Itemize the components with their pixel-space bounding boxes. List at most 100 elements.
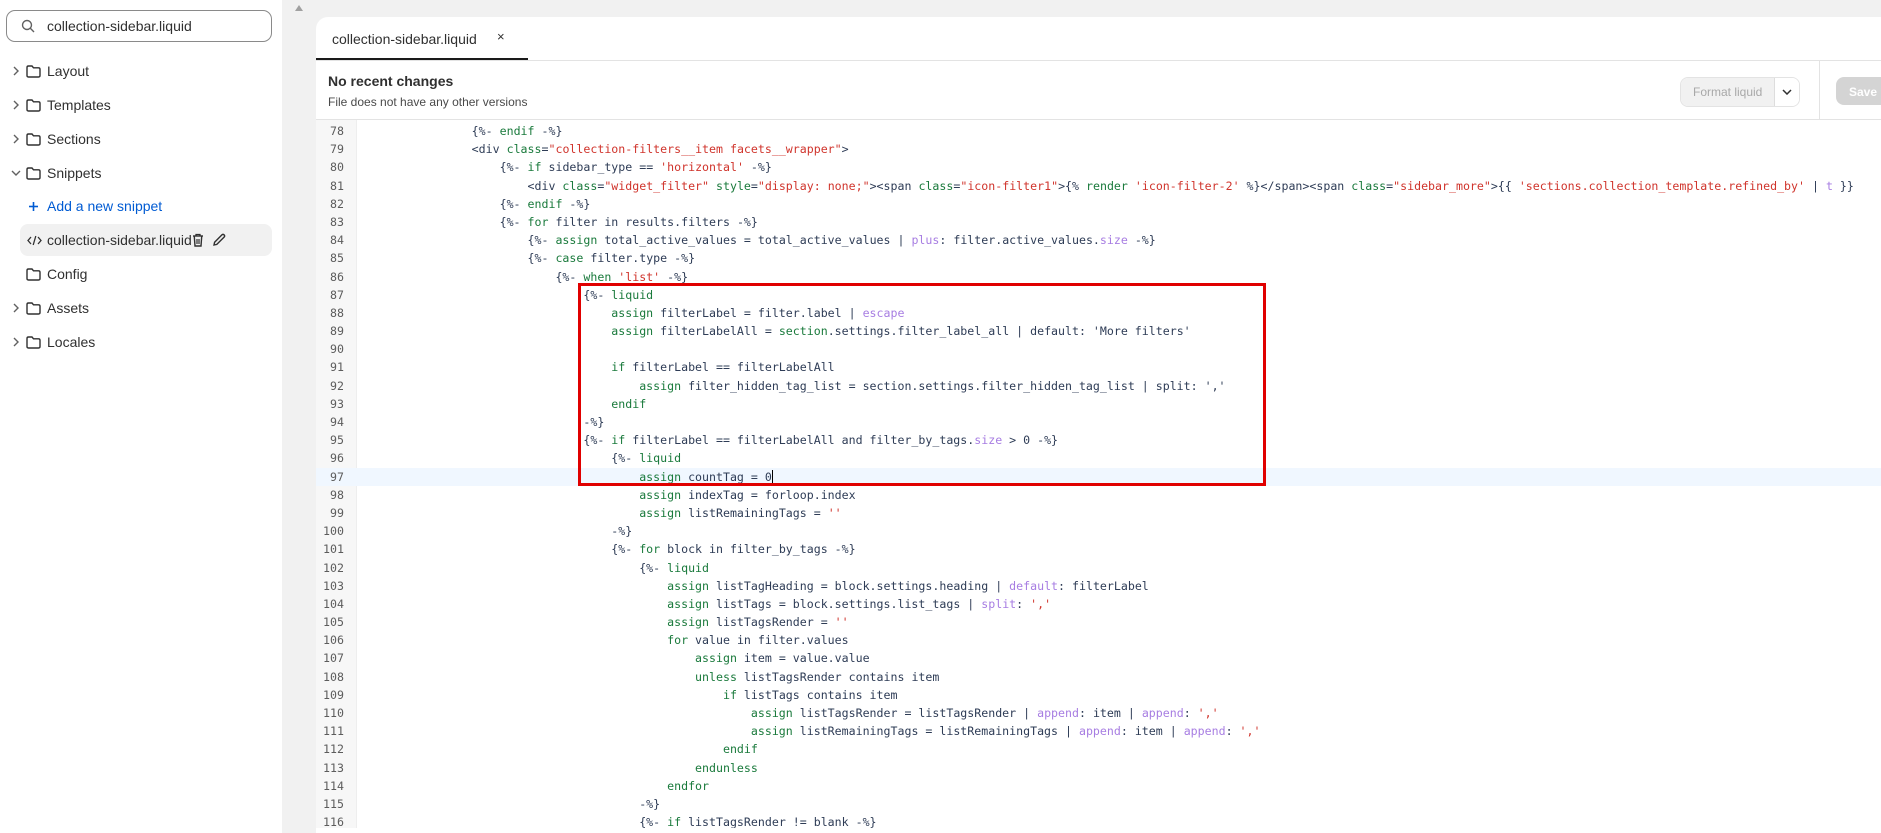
- code-token: listTags = block.settings.list_tags |: [709, 596, 982, 611]
- plus-icon: [29, 202, 38, 211]
- line-number: 95: [330, 433, 344, 448]
- chevron-down-icon[interactable]: [10, 167, 22, 179]
- line-number: 111: [323, 724, 344, 739]
- line-number: 115: [323, 796, 344, 811]
- code-line[interactable]: 100 -%}: [316, 522, 1881, 540]
- save-button[interactable]: Save: [1836, 77, 1881, 105]
- tab-collection-sidebar[interactable]: collection-sidebar.liquid ×: [316, 17, 528, 60]
- sidebar-item-collection-sidebar-liquid[interactable]: collection-sidebar.liquid: [20, 224, 272, 256]
- code-token: |: [1805, 178, 1826, 193]
- scroll-up-arrow-icon[interactable]: [294, 4, 304, 12]
- format-liquid-split-button: Format liquid: [1680, 77, 1801, 107]
- format-liquid-button[interactable]: Format liquid: [1681, 78, 1775, 106]
- code-line[interactable]: 99 assign listRemainingTags = '': [316, 504, 1881, 522]
- code-line[interactable]: 107 assign item = value.value: [316, 649, 1881, 667]
- code-line[interactable]: 83 {%- for filter in results.filters -%}: [316, 213, 1881, 231]
- chevron-right-icon[interactable]: [10, 65, 22, 77]
- line-number: 78: [330, 124, 344, 138]
- chevron-right-icon[interactable]: [10, 99, 22, 111]
- line-number: 109: [323, 687, 344, 702]
- code-area[interactable]: 78 {%- endif -%} 79 <div class="collectio…: [316, 120, 1881, 828]
- code-token: append: [1037, 706, 1079, 720]
- code-line[interactable]: 108 unless listTagsRender contains item: [316, 668, 1881, 686]
- close-tab-icon[interactable]: ×: [497, 29, 505, 44]
- sidebar-item-templates[interactable]: Templates: [0, 89, 282, 121]
- line-number: 85: [330, 251, 344, 266]
- line-number: 106: [323, 633, 344, 648]
- format-options-dropdown[interactable]: [1774, 78, 1800, 106]
- chevron-right-icon[interactable]: [10, 336, 22, 348]
- sidebar-item-config[interactable]: Config: [0, 258, 282, 290]
- highlight-box: [578, 283, 1266, 486]
- code-token: assign: [750, 706, 793, 720]
- sidebar-item-assets[interactable]: Assets: [0, 292, 282, 324]
- code-line[interactable]: 101 {%- for block in filter_by_tags -%}: [316, 540, 1881, 558]
- chevron-right-icon[interactable]: [10, 133, 22, 145]
- line-number: 86: [330, 269, 344, 284]
- code-token: }}: [1832, 178, 1854, 193]
- sidebar-item-add-a-new-snippet[interactable]: Add a new snippet: [0, 190, 282, 222]
- line-number: 84: [330, 233, 344, 248]
- code-line[interactable]: 79 <div class="collection-filters__item …: [316, 140, 1881, 158]
- code-line[interactable]: 84 {%- assign total_active_values = tota…: [316, 231, 1881, 249]
- code-token: "collection-filters__item facets__wrappe…: [548, 142, 842, 157]
- chevron-right-icon[interactable]: [10, 302, 22, 314]
- code-line-text: -%}: [360, 413, 604, 431]
- search-icon: [21, 19, 35, 33]
- sidebar-item-locales[interactable]: Locales: [0, 326, 282, 358]
- line-number: 105: [323, 615, 344, 630]
- code-token: >{%: [1058, 178, 1086, 193]
- code-line[interactable]: 113 endunless: [316, 759, 1881, 777]
- code-token: {%-: [360, 815, 668, 828]
- line-number: 79: [330, 142, 344, 157]
- code-token: t: [1825, 178, 1833, 193]
- sidebar-item-layout[interactable]: Layout: [0, 55, 282, 87]
- code-token: {%-: [360, 542, 640, 557]
- file-sidebar: Layout Templates Sections Snippets Add a new…: [0, 0, 282, 833]
- code-line[interactable]: 85 {%- case filter.type -%}: [316, 249, 1881, 267]
- chevron-down-icon: [1782, 89, 1792, 95]
- code-line[interactable]: 116 {%- if listTagsRender != blank -%}: [316, 813, 1881, 828]
- code-line[interactable]: 104 assign listTags = block.settings.lis…: [316, 595, 1881, 613]
- code-line[interactable]: 105 assign listTagsRender = '': [316, 613, 1881, 631]
- code-line[interactable]: 115 -%}: [316, 795, 1881, 813]
- code-token: sidebar_type ==: [541, 160, 661, 175]
- sidebar-item-snippets[interactable]: Snippets: [0, 157, 282, 189]
- file-search-box[interactable]: [6, 10, 272, 42]
- pencil-icon[interactable]: [211, 232, 227, 248]
- folder-icon: [26, 167, 41, 180]
- code-line[interactable]: 110 assign listTagsRender = listTagsRend…: [316, 704, 1881, 722]
- code-line[interactable]: 98 assign indexTag = forloop.index: [316, 486, 1881, 504]
- editor-tab-bar: collection-sidebar.liquid ×: [316, 17, 1881, 61]
- code-line[interactable]: 102 {%- liquid: [316, 559, 1881, 577]
- code-line[interactable]: 82 {%- endif -%}: [316, 195, 1881, 213]
- file-search-input[interactable]: [45, 17, 249, 35]
- sidebar-item-sections[interactable]: Sections: [0, 123, 282, 155]
- code-line-text: endunless: [360, 759, 758, 777]
- code-line[interactable]: 81 <div class="widget_filter" style="dis…: [316, 177, 1881, 195]
- code-line-text: {%- endif -%}: [360, 195, 591, 213]
- code-line-text: assign item = value.value: [360, 649, 870, 667]
- code-line-text: assign indexTag = forloop.index: [360, 486, 855, 504]
- code-line-text: assign listTags = block.settings.list_ta…: [360, 595, 1051, 613]
- code-token: block in filter_by_tags -%}: [660, 542, 856, 557]
- code-line[interactable]: 112 endif: [316, 740, 1881, 758]
- code-line[interactable]: 114 endfor: [316, 777, 1881, 795]
- code-line[interactable]: 80 {%- if sidebar_type == 'horizontal' -…: [316, 158, 1881, 176]
- code-line[interactable]: 111 assign listRemainingTags = listRemai…: [316, 722, 1881, 740]
- code-line-text: {%- case filter.type -%}: [360, 249, 696, 267]
- code-token: append: [1141, 706, 1184, 720]
- code-token: {%-: [360, 214, 528, 229]
- code-line[interactable]: 103 assign listTagHeading = block.settin…: [316, 577, 1881, 595]
- code-line[interactable]: 109 if listTags contains item: [316, 686, 1881, 704]
- code-token: -%}: [1127, 233, 1156, 248]
- code-line[interactable]: 78 {%- endif -%}: [316, 122, 1881, 140]
- trash-icon[interactable]: [190, 232, 206, 248]
- code-token: if: [722, 687, 737, 702]
- code-token: total_active_values = total_active_value…: [597, 233, 912, 248]
- code-token: -%}: [360, 796, 661, 811]
- code-line[interactable]: 106 for value in filter.values: [316, 631, 1881, 649]
